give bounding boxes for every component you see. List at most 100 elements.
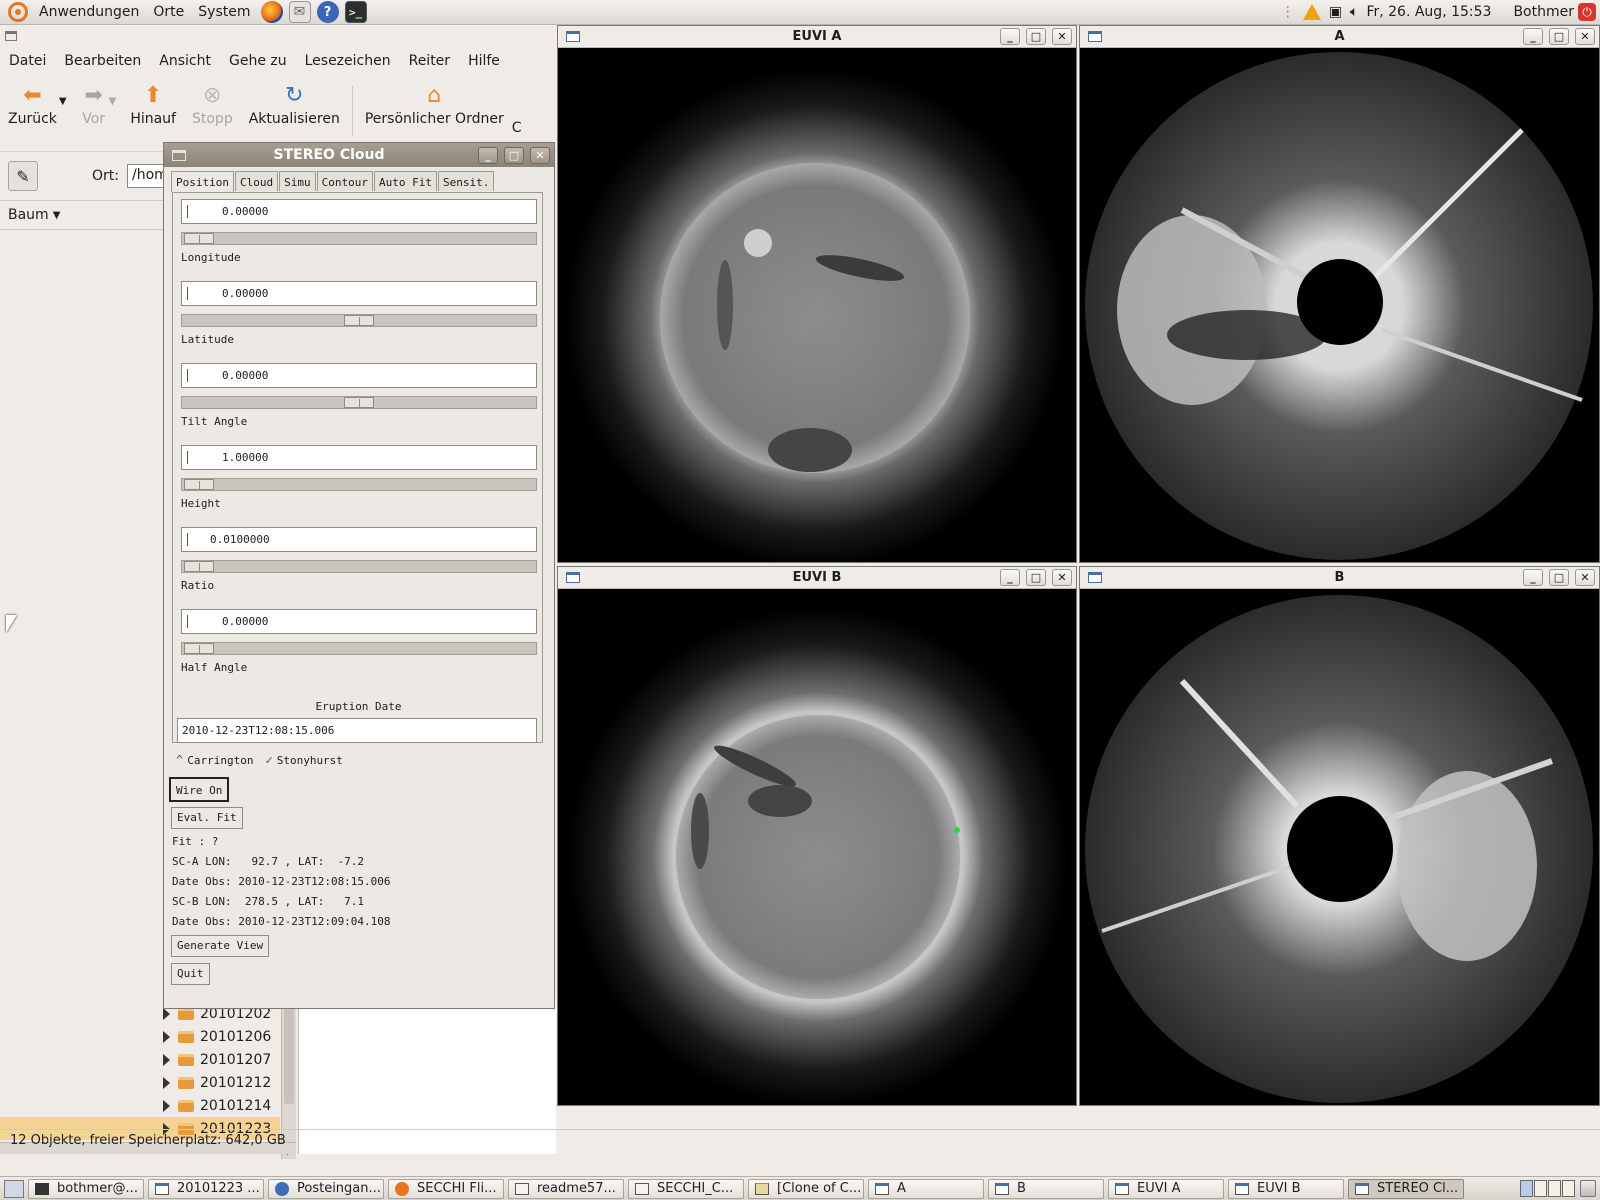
forward-history-chevron-icon[interactable]: ▼: [109, 96, 117, 107]
half-angle-slider[interactable]: [181, 642, 537, 655]
generate-view-button[interactable]: Generate View: [171, 935, 270, 957]
tilt-angle-slider[interactable]: [181, 396, 537, 409]
stonyhurst-option[interactable]: ✓ Stonyhurst: [265, 753, 342, 767]
cor-a-titlebar[interactable]: A _ □ ✕: [1080, 26, 1599, 48]
home-folder-button[interactable]: ⌂ Persönlicher Ordner: [357, 82, 512, 128]
expander-icon[interactable]: [163, 1099, 170, 1112]
workspace-4[interactable]: [1562, 1180, 1575, 1197]
euvi-a-titlebar[interactable]: EUVI A _ □ ✕: [558, 26, 1076, 48]
task-file-manager[interactable]: 20101223 ...: [148, 1178, 264, 1199]
latitude-input[interactable]: 0.00000: [181, 281, 537, 306]
menu-view[interactable]: Ansicht: [150, 53, 220, 69]
workspace-2[interactable]: [1534, 1180, 1547, 1197]
eruption-date-input[interactable]: 2010-12-23T12:08:15.006: [177, 718, 537, 743]
help-icon[interactable]: ?: [316, 1, 339, 23]
tree-item[interactable]: 20101212: [0, 1071, 280, 1094]
minimize-icon[interactable]: _: [1523, 28, 1543, 45]
stop-button[interactable]: ⊗ Stopp: [184, 82, 241, 128]
minimize-icon[interactable]: _: [1000, 28, 1020, 45]
show-desktop-icon[interactable]: [4, 1179, 24, 1198]
ratio-slider[interactable]: [181, 560, 537, 573]
location-toggle-button[interactable]: ✎: [8, 161, 38, 191]
carrington-option[interactable]: ^ Carrington: [176, 753, 253, 767]
quit-button[interactable]: Quit: [171, 963, 210, 985]
maximize-icon[interactable]: □: [1026, 569, 1046, 586]
task-terminal[interactable]: bothmer@...: [28, 1178, 144, 1199]
slider-knob[interactable]: [184, 479, 214, 490]
close-icon[interactable]: ✕: [1052, 28, 1072, 45]
tab-cloud[interactable]: Cloud: [234, 171, 279, 191]
window-menu-icon[interactable]: [1088, 572, 1102, 583]
maximize-icon[interactable]: □: [1549, 569, 1569, 586]
window-menu-icon[interactable]: [566, 572, 580, 583]
cor-a-image[interactable]: [1082, 50, 1597, 562]
cor-b-titlebar[interactable]: B _ □ ✕: [1080, 567, 1599, 589]
slider-knob[interactable]: [184, 643, 214, 654]
cor-b-image[interactable]: [1082, 591, 1597, 1103]
workspace-switcher[interactable]: [1520, 1180, 1596, 1197]
euvi-b-titlebar[interactable]: EUVI B _ □ ✕: [558, 567, 1076, 589]
latitude-slider[interactable]: [181, 314, 537, 327]
trash-icon[interactable]: [1580, 1180, 1596, 1197]
clock[interactable]: Fr, 26. Aug, 15:53: [1366, 4, 1491, 20]
workspace-3[interactable]: [1548, 1180, 1561, 1197]
maximize-icon[interactable]: □: [1026, 28, 1046, 45]
tab-contour[interactable]: Contour: [316, 171, 373, 191]
maximize-icon[interactable]: □: [1549, 28, 1569, 45]
wire-on-button[interactable]: Wire On: [169, 777, 230, 802]
eval-fit-button[interactable]: Eval. Fit: [171, 807, 243, 829]
window-menu-icon[interactable]: [172, 149, 186, 161]
task-document[interactable]: SECCHI_C...: [628, 1178, 744, 1199]
close-icon[interactable]: ✕: [1052, 569, 1072, 586]
user-menu[interactable]: Bothmer: [1513, 4, 1574, 20]
tab-sensitivity[interactable]: Sensit.: [437, 171, 495, 191]
task-firefox[interactable]: SECCHI Fli...: [388, 1178, 504, 1199]
back-history-chevron-icon[interactable]: ▼: [59, 96, 67, 107]
sidebar-mode-selector[interactable]: Baum ▼: [0, 200, 165, 230]
power-icon[interactable]: ⏻: [1578, 3, 1596, 21]
up-button[interactable]: ⬆ Hinauf: [122, 82, 184, 128]
expander-icon[interactable]: [163, 1053, 170, 1066]
window-menu-icon[interactable]: [5, 31, 17, 41]
reload-button[interactable]: ↻ Aktualisieren: [241, 82, 348, 128]
height-slider[interactable]: [181, 478, 537, 491]
minimize-icon[interactable]: _: [1000, 569, 1020, 586]
window-menu-icon[interactable]: [566, 31, 580, 42]
longitude-input[interactable]: 0.00000: [181, 199, 537, 224]
firefox-icon[interactable]: [260, 1, 283, 23]
tab-auto-fit[interactable]: Auto Fit: [373, 171, 437, 191]
stereo-titlebar[interactable]: STEREO Cloud _ □ ✕: [164, 143, 554, 167]
close-icon[interactable]: ✕: [1575, 28, 1595, 45]
task-window-a[interactable]: A: [868, 1178, 984, 1199]
slider-knob[interactable]: [184, 233, 214, 244]
window-menu-icon[interactable]: [1088, 31, 1102, 42]
minimize-icon[interactable]: _: [478, 146, 498, 164]
terminal-icon[interactable]: >_: [344, 1, 367, 23]
menu-go[interactable]: Gehe zu: [220, 53, 296, 69]
warning-icon[interactable]: [1302, 4, 1321, 20]
task-window-b[interactable]: B: [988, 1178, 1104, 1199]
task-clone[interactable]: [Clone of C...: [748, 1178, 864, 1199]
height-input[interactable]: 1.00000: [181, 445, 537, 470]
task-window-euvi-b[interactable]: EUVI B: [1228, 1178, 1344, 1199]
back-button[interactable]: ⬅ Zurück: [0, 82, 65, 128]
maximize-icon[interactable]: □: [504, 146, 524, 164]
slider-knob[interactable]: [344, 315, 374, 326]
euvi-b-image[interactable]: [560, 591, 1074, 1103]
euvi-a-image[interactable]: [560, 50, 1074, 562]
task-window-stereo-cloud[interactable]: STEREO Cl...: [1348, 1178, 1464, 1199]
menu-tabs[interactable]: Reiter: [400, 53, 459, 69]
workspace-1[interactable]: [1520, 1180, 1533, 1197]
tree-item[interactable]: 20101206: [0, 1025, 280, 1048]
menu-help[interactable]: Hilfe: [459, 53, 509, 69]
slider-knob[interactable]: [344, 397, 374, 408]
tree-item[interactable]: 20101214: [0, 1094, 280, 1117]
toolbar-overflow-label[interactable]: C: [512, 120, 522, 136]
volume-icon[interactable]: 🔈︎: [1350, 4, 1358, 20]
tab-simu[interactable]: Simu: [279, 171, 316, 191]
minimize-icon[interactable]: _: [1523, 569, 1543, 586]
close-icon[interactable]: ✕: [1575, 569, 1595, 586]
tilt-angle-input[interactable]: 0.00000: [181, 363, 537, 388]
menu-file[interactable]: Datei: [0, 53, 55, 69]
menu-applications[interactable]: Anwendungen: [32, 0, 146, 24]
